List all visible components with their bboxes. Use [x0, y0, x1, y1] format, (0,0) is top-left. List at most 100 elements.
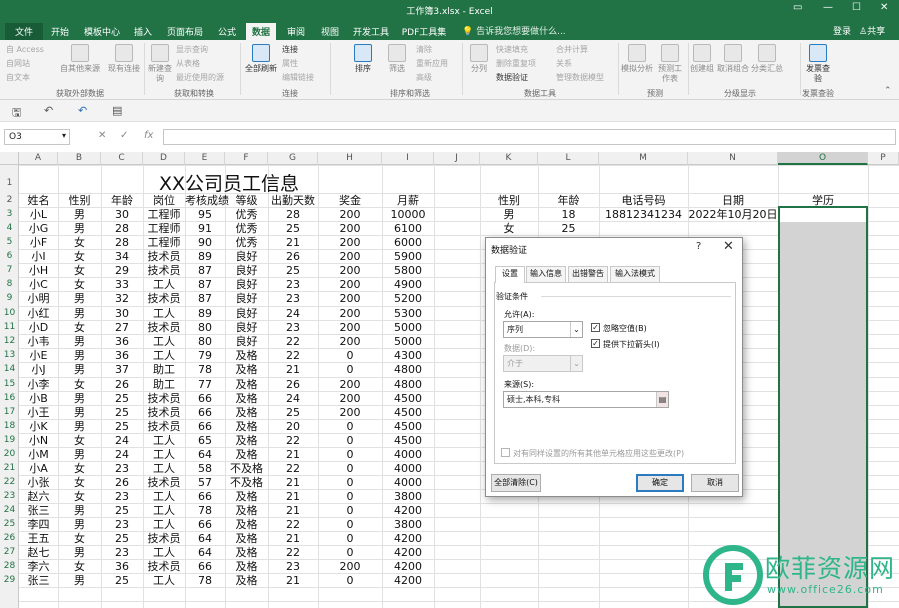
row-header[interactable]: 22: [0, 475, 19, 489]
cell[interactable]: 30: [101, 307, 143, 321]
cell[interactable]: 66: [185, 392, 225, 406]
cell[interactable]: 5000: [382, 321, 434, 335]
cell[interactable]: 23: [268, 278, 318, 292]
cell[interactable]: 小E: [19, 349, 58, 363]
cell[interactable]: 5200: [382, 292, 434, 306]
cell[interactable]: 66: [185, 518, 225, 532]
cell[interactable]: 日期: [688, 194, 778, 208]
row-header[interactable]: 14: [0, 362, 19, 377]
cell[interactable]: 23: [268, 560, 318, 574]
from-access-button[interactable]: 自 Access: [6, 44, 44, 55]
text-to-columns-button[interactable]: 分列: [465, 44, 493, 74]
cell[interactable]: 0: [318, 349, 382, 363]
from-web-button[interactable]: 自网站: [6, 58, 30, 69]
cell[interactable]: 及格: [225, 363, 268, 377]
save-icon[interactable]: 🖫: [12, 104, 21, 123]
cell[interactable]: 男: [58, 307, 101, 321]
cell[interactable]: 2022年10月20日: [688, 208, 778, 222]
tab-data[interactable]: 数据: [246, 23, 276, 40]
cell[interactable]: 25: [101, 532, 143, 546]
column-header-m[interactable]: M: [599, 152, 688, 165]
cell[interactable]: 91: [185, 222, 225, 236]
cell[interactable]: 21: [268, 490, 318, 504]
cell[interactable]: 及格: [225, 490, 268, 504]
column-header-b[interactable]: B: [58, 152, 101, 165]
from-text-button[interactable]: 自文本: [6, 72, 30, 83]
row-header[interactable]: 26: [0, 531, 19, 545]
cell[interactable]: 24: [101, 448, 143, 462]
sheet-title[interactable]: XX公司员工信息: [144, 169, 314, 196]
cell[interactable]: 10000: [382, 208, 434, 222]
connections-button[interactable]: 连接: [282, 44, 298, 55]
cell[interactable]: 0: [318, 504, 382, 518]
cell[interactable]: 32: [101, 292, 143, 306]
cell[interactable]: 及格: [225, 448, 268, 462]
cell[interactable]: 岗位: [143, 194, 185, 208]
edit-links-button[interactable]: 编辑链接: [282, 72, 314, 83]
cell[interactable]: 小L: [19, 208, 58, 222]
cell[interactable]: 78: [185, 504, 225, 518]
cell[interactable]: 33: [101, 278, 143, 292]
row-header[interactable]: 4: [0, 221, 19, 235]
cell[interactable]: 良好: [225, 278, 268, 292]
cell[interactable]: 22: [268, 546, 318, 560]
cell[interactable]: 78: [185, 363, 225, 377]
ok-button[interactable]: 确定: [636, 474, 684, 492]
cell[interactable]: 200: [318, 292, 382, 306]
cell[interactable]: 女: [58, 250, 101, 264]
cell[interactable]: 4500: [382, 420, 434, 434]
column-header-a[interactable]: A: [19, 152, 58, 165]
cell[interactable]: 技术员: [143, 321, 185, 335]
cell[interactable]: 小D: [19, 321, 58, 335]
cell[interactable]: 200: [318, 406, 382, 420]
existing-connections-button[interactable]: 现有连接: [104, 44, 144, 74]
cell[interactable]: 小N: [19, 434, 58, 448]
cell[interactable]: 21: [268, 574, 318, 588]
row-header[interactable]: 24: [0, 503, 19, 517]
cell[interactable]: 36: [101, 560, 143, 574]
column-header-e[interactable]: E: [185, 152, 225, 165]
tab-file[interactable]: 文件: [5, 23, 43, 40]
cell[interactable]: 22: [268, 335, 318, 349]
cell[interactable]: 0: [318, 518, 382, 532]
cell[interactable]: 女: [58, 236, 101, 250]
cell[interactable]: 及格: [225, 574, 268, 588]
cell[interactable]: 21: [268, 236, 318, 250]
cell[interactable]: 助工: [143, 378, 185, 392]
forecast-sheet-button[interactable]: 预测工作表: [655, 44, 685, 84]
cell[interactable]: 22: [268, 462, 318, 476]
row-header[interactable]: 21: [0, 461, 19, 475]
cell[interactable]: 技术员: [143, 420, 185, 434]
cell[interactable]: 26: [101, 476, 143, 490]
cell[interactable]: 0: [318, 462, 382, 476]
row-header[interactable]: 11: [0, 320, 19, 334]
cell[interactable]: 工人: [143, 518, 185, 532]
cell[interactable]: 及格: [225, 406, 268, 420]
column-header-n[interactable]: N: [688, 152, 778, 165]
cell[interactable]: 200: [318, 278, 382, 292]
customize-qat-icon[interactable]: ▤: [112, 104, 122, 117]
cell[interactable]: 小H: [19, 264, 58, 278]
cell[interactable]: 24: [101, 434, 143, 448]
cell[interactable]: 良好: [225, 264, 268, 278]
cell[interactable]: 25: [101, 406, 143, 420]
row-header[interactable]: 1: [0, 165, 19, 193]
insert-function-icon[interactable]: fx: [144, 130, 153, 141]
cell[interactable]: 小张: [19, 476, 58, 490]
cell[interactable]: 工人: [143, 307, 185, 321]
cell[interactable]: 及格: [225, 349, 268, 363]
cell[interactable]: 工程师: [143, 208, 185, 222]
cell[interactable]: 0: [318, 448, 382, 462]
select-all-corner[interactable]: [0, 152, 19, 165]
row-header[interactable]: 13: [0, 348, 19, 362]
cell[interactable]: 良好: [225, 335, 268, 349]
cell[interactable]: 25: [101, 420, 143, 434]
cell[interactable]: 不及格: [225, 476, 268, 490]
cell[interactable]: 男: [58, 406, 101, 420]
cell[interactable]: 23: [101, 518, 143, 532]
cell[interactable]: 工人: [143, 574, 185, 588]
from-other-sources-button[interactable]: 自其他来源: [58, 44, 102, 74]
cell[interactable]: 66: [185, 490, 225, 504]
undo-icon[interactable]: ↶: [78, 104, 87, 117]
cell[interactable]: 25: [101, 574, 143, 588]
